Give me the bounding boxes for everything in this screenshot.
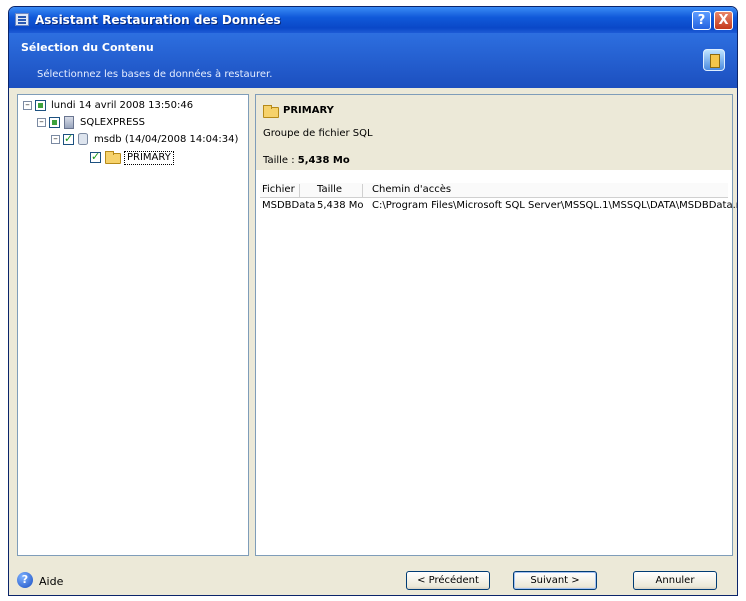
size-label: Taille : xyxy=(263,155,298,166)
restore-wizard-window: Assistant Restauration des Données ? X S… xyxy=(8,6,738,596)
size-value: 5,438 Mo xyxy=(297,155,350,166)
details-summary: PRIMARY Groupe de fichier SQL Taille : 5… xyxy=(256,95,732,170)
help-link[interactable]: Aide xyxy=(39,575,63,588)
table-row[interactable]: MSDBData 5,438 Mo C:\Program Files\Micro… xyxy=(260,198,737,214)
cell-file: MSDBData xyxy=(262,200,316,211)
next-button[interactable]: Suivant > xyxy=(513,571,597,590)
folder-icon xyxy=(263,105,279,118)
filegroup-type: Groupe de fichier SQL xyxy=(263,128,373,139)
cancel-button[interactable]: Annuler xyxy=(633,571,717,590)
tree-item-label: SQLEXPRESS xyxy=(80,117,145,128)
cell-path: C:\Program Files\Microsoft SQL Server\MS… xyxy=(372,200,738,211)
database-icon xyxy=(78,133,88,145)
previous-button[interactable]: < Précédent xyxy=(406,571,490,590)
cell-size: 5,438 Mo xyxy=(317,200,364,211)
step-subtitle: Sélectionnez les bases de données à rest… xyxy=(37,69,273,80)
tree-item-label: lundi 14 avril 2008 13:50:46 xyxy=(51,100,194,111)
collapse-icon[interactable]: – xyxy=(23,101,32,110)
database-tree[interactable]: – lundi 14 avril 2008 13:50:46 – SQLEXPR… xyxy=(17,94,249,556)
tree-item-backup[interactable]: – lundi 14 avril 2008 13:50:46 xyxy=(18,99,248,113)
tree-item-label: msdb (14/04/2008 14:04:34) xyxy=(94,134,239,145)
tree-item-database[interactable]: – msdb (14/04/2008 14:04:34) xyxy=(18,132,248,147)
tree-item-instance[interactable]: – SQLEXPRESS xyxy=(18,116,248,130)
restore-wizard-icon xyxy=(703,49,725,71)
collapse-icon[interactable]: – xyxy=(37,118,46,127)
column-header-file[interactable]: Fichier xyxy=(260,184,300,197)
filegroup-name: PRIMARY xyxy=(283,105,334,116)
database-checkbox[interactable] xyxy=(63,132,74,146)
folder-icon xyxy=(105,151,121,164)
title-bar[interactable]: Assistant Restauration des Données ? X xyxy=(9,7,737,33)
tree-item-filegroup[interactable]: PRIMARY xyxy=(18,150,248,165)
help-icon[interactable]: ? xyxy=(17,572,33,588)
step-title: Sélection du Contenu xyxy=(21,41,154,54)
filegroup-checkbox[interactable] xyxy=(90,150,101,164)
files-table[interactable]: Fichier Taille Chemin d'accès MSDBData 5… xyxy=(260,183,737,214)
wizard-header: Sélection du Contenu Sélectionnez les ba… xyxy=(9,33,737,88)
backup-checkbox[interactable] xyxy=(35,100,46,111)
column-header-path[interactable]: Chemin d'accès xyxy=(370,184,728,197)
tree-item-label: PRIMARY xyxy=(124,151,174,165)
instance-checkbox[interactable] xyxy=(49,117,60,128)
server-icon xyxy=(64,116,74,129)
filegroup-size: Taille : 5,438 Mo xyxy=(263,155,350,166)
app-icon xyxy=(15,13,29,26)
close-button[interactable]: X xyxy=(714,11,733,30)
column-header-size[interactable]: Taille xyxy=(315,184,363,197)
window-title: Assistant Restauration des Données xyxy=(35,13,281,27)
help-title-button[interactable]: ? xyxy=(692,11,711,30)
collapse-icon[interactable]: – xyxy=(51,135,60,144)
table-header: Fichier Taille Chemin d'accès xyxy=(260,183,728,198)
details-pane: PRIMARY Groupe de fichier SQL Taille : 5… xyxy=(255,94,737,556)
